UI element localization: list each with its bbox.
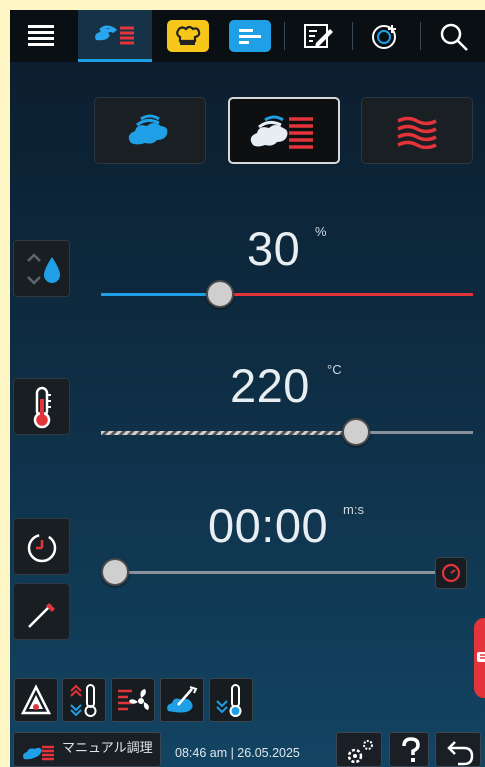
footer-bar: マニュアル調理 08:46 am | 26.05.2025 [10,728,485,767]
humidity-track-left [101,293,221,296]
status-icons [236,762,264,767]
back-arrow-icon [447,741,474,766]
tab-favorites[interactable] [358,10,414,62]
current-mode-indicator[interactable]: マニュアル調理 [13,732,161,767]
current-mode-label: マニュアル調理 [62,740,153,755]
combi-steam-heat-icon [95,25,134,44]
time-value: 00:00 [208,499,329,552]
search-icon [440,23,468,51]
cooking-screen: 30 % 220 °C 00:00 m:s マニュアル調理 08:46 am |… [10,10,485,767]
humidity-button[interactable] [13,240,70,297]
tab-search[interactable] [426,10,482,62]
temperature-track-filled [101,431,356,435]
tab-bar [10,10,485,62]
combi-steam-heat-icon [23,745,54,761]
globe-plus-icon [372,25,396,49]
tab-menu[interactable] [10,10,72,62]
menu-icon [28,25,54,46]
time-track [115,571,435,574]
temperature-unit: °C [327,362,342,377]
steam-icon [128,114,168,144]
settings-button[interactable] [336,732,382,767]
humidity-value: 30 [247,222,301,275]
help-icon [402,737,420,762]
time-unit: m:s [343,502,364,517]
timer-icon [27,533,56,562]
core-probe-icon [27,602,55,628]
message-side-tab[interactable] [474,618,485,698]
fan-speed-icon [118,689,149,711]
tab-programs[interactable] [222,10,278,62]
core-temp-icon [70,684,97,717]
date-time-display: 08:46 am | 26.05.2025 [175,746,300,760]
cool-down-button[interactable] [209,678,253,722]
tab-chef-hat[interactable] [160,10,216,62]
message-icon [477,652,485,662]
thermometer-icon [33,386,51,428]
time-slider-knob[interactable] [101,558,129,586]
chef-hat-icon [176,25,201,45]
humidity-slider-knob[interactable] [206,280,234,308]
humidity-unit: % [315,224,327,239]
help-button[interactable] [389,732,429,767]
tab-manual-combi[interactable] [78,10,152,62]
delta-t-icon [20,684,52,715]
humidity-track-right [221,293,473,296]
combi-mode-button[interactable] [228,97,340,164]
temperature-track-empty [356,431,473,434]
humidity-drop-icon [26,252,60,285]
hot-air-mode-button[interactable] [361,97,473,164]
cleaning-steam-icon [167,686,198,713]
temperature-button[interactable] [13,378,70,435]
temperature-slider-knob[interactable] [342,418,370,446]
edit-icon [304,24,333,48]
core-temp-button[interactable] [62,678,106,722]
fan-speed-button[interactable] [111,678,155,722]
heat-waves-icon [397,116,437,149]
temperature-value: 220 [230,359,310,412]
tab-edit[interactable] [290,10,346,62]
timer-button[interactable] [13,518,70,575]
back-button[interactable] [435,732,481,767]
core-probe-button[interactable] [13,583,70,640]
continuous-run-icon [441,563,461,583]
steam-mode-button[interactable] [94,97,206,164]
program-list-icon [239,29,261,44]
cleaning-steam-button[interactable] [160,678,204,722]
combi-steam-heat-icon [250,115,313,149]
continuous-mode-button[interactable] [435,557,467,589]
gear-icon [347,740,373,764]
delta-t-button[interactable] [14,678,58,722]
cool-down-icon [216,684,242,717]
